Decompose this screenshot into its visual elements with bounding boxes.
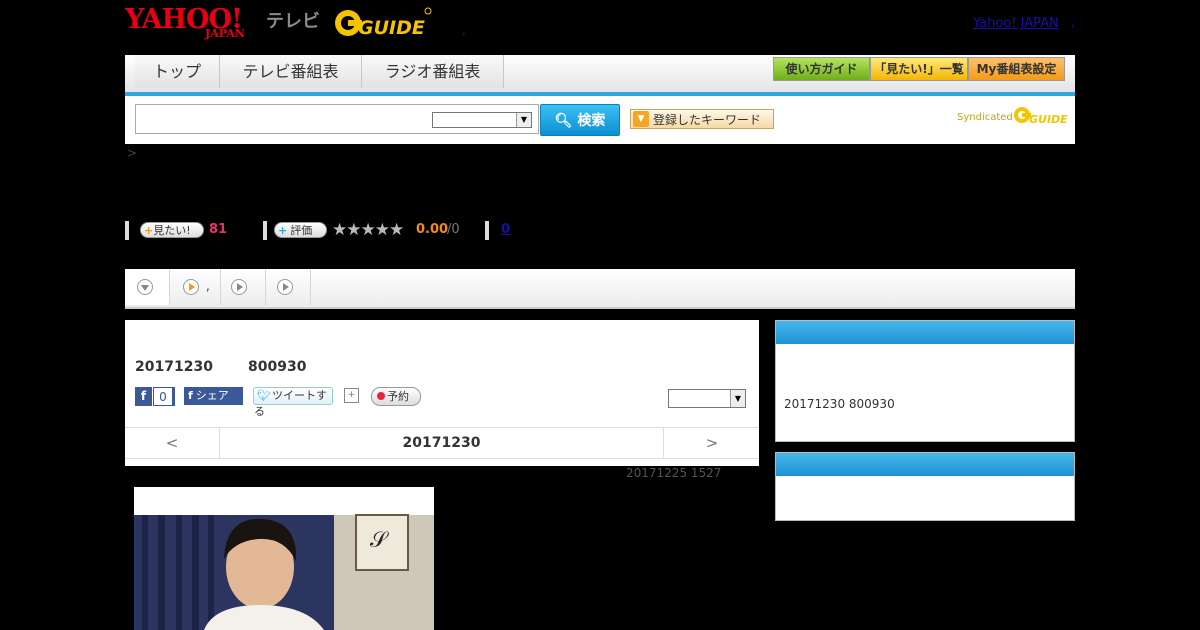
search-button-label: 検索 bbox=[577, 113, 606, 129]
tab-item-3[interactable] bbox=[221, 269, 266, 305]
program-image: 𝒮 bbox=[134, 487, 434, 630]
search-bar: ▼ 🔍︎ 検索 ▼ 登録したキーワード Syndicated GUIDE bbox=[125, 96, 1075, 144]
previous-day-button[interactable]: < bbox=[125, 428, 220, 458]
mitai-count: 81 bbox=[209, 222, 228, 237]
updated-timestamp: 20171225 1527 bbox=[626, 466, 722, 480]
facebook-share-button[interactable]: f シェア bbox=[184, 387, 243, 405]
rate-button[interactable]: + 評価 bbox=[274, 222, 327, 238]
facebook-icon: f bbox=[135, 387, 153, 406]
sidebar-box-header bbox=[776, 453, 1074, 476]
program-time: 800930 bbox=[248, 359, 307, 375]
header-separator: , bbox=[1071, 15, 1075, 29]
play-circle-icon bbox=[231, 279, 247, 295]
program-options-select[interactable]: ▼ bbox=[668, 389, 746, 408]
mitai-label: 見たい! bbox=[153, 224, 191, 237]
search-category-select[interactable]: ▼ bbox=[432, 112, 532, 128]
calendar-icon[interactable]: + bbox=[344, 388, 359, 403]
chevron-down-icon bbox=[137, 279, 153, 295]
play-circle-icon bbox=[183, 279, 199, 295]
current-date: 20171230 bbox=[402, 435, 481, 451]
usage-guide-button[interactable]: 使い方ガイド bbox=[773, 57, 870, 81]
gguide-logo[interactable]: GUIDE bbox=[334, 6, 432, 40]
rate-label: 評価 bbox=[290, 224, 313, 237]
tab-item-4[interactable] bbox=[266, 269, 311, 305]
program-photo: 𝒮 bbox=[134, 487, 434, 630]
rating-count: /0 bbox=[447, 222, 460, 237]
main-nav: トップ テレビ番組表 ラジオ番組表 使い方ガイド 「見たい!」一覧 My番組表設… bbox=[125, 55, 1075, 96]
stat-divider bbox=[125, 221, 129, 240]
tab-top[interactable]: トップ bbox=[135, 55, 220, 88]
syndicated-gguide-logo: GUIDE bbox=[1014, 107, 1067, 126]
play-circle-icon bbox=[277, 279, 293, 295]
stat-divider bbox=[263, 221, 267, 240]
triangle-down-icon: ▼ bbox=[633, 111, 649, 127]
record-icon bbox=[377, 392, 385, 400]
reserve-label: 予約 bbox=[387, 390, 409, 403]
yahoo-japan-link[interactable]: Yahoo! JAPAN bbox=[973, 16, 1059, 31]
rating-score: 0.00 bbox=[416, 222, 449, 237]
reserve-button[interactable]: 予約 bbox=[371, 387, 421, 406]
breadcrumb: > bbox=[127, 146, 138, 160]
tab-item-2[interactable]: , bbox=[170, 269, 221, 305]
program-tabs: , bbox=[125, 269, 1075, 309]
registered-keywords-label: 登録したキーワード bbox=[653, 113, 762, 127]
sidebar-broadcast-text: 20171230 800930 bbox=[784, 397, 895, 411]
header-separator: , bbox=[462, 23, 466, 37]
sidebar-box-broadcast: 20171230 800930 bbox=[775, 320, 1075, 442]
syndicated-label: Syndicated bbox=[957, 112, 1013, 123]
facebook-icon: f bbox=[188, 389, 193, 402]
my-listings-settings-button[interactable]: My番組表設定 bbox=[968, 57, 1065, 81]
stat-divider bbox=[485, 221, 489, 240]
mitai-list-button[interactable]: 「見たい!」一覧 bbox=[870, 57, 968, 81]
next-day-button[interactable]: > bbox=[663, 428, 760, 458]
tab-expand[interactable] bbox=[125, 269, 170, 305]
search-button[interactable]: 🔍︎ 検索 bbox=[540, 104, 620, 136]
rating-stars: ★★★★★ bbox=[332, 220, 404, 240]
program-detail-panel: 20171230 800930 f0 f シェア 🐦︎ツイートする + 予約 ▼ … bbox=[125, 320, 759, 466]
svg-text:GUIDE: GUIDE bbox=[1029, 113, 1067, 126]
tv-logo-text[interactable]: テレビ bbox=[266, 7, 320, 33]
registered-keywords-button[interactable]: ▼ 登録したキーワード bbox=[630, 109, 774, 129]
tab-radio-listings[interactable]: ラジオ番組表 bbox=[362, 55, 504, 88]
yahoo-japan-logo-text: JAPAN bbox=[205, 27, 245, 40]
dropdown-arrow-icon: ▼ bbox=[730, 390, 745, 407]
review-count-link[interactable]: 0 bbox=[501, 222, 510, 237]
tweet-button[interactable]: 🐦︎ツイートする bbox=[253, 387, 333, 418]
search-icon: 🔍︎ bbox=[554, 113, 573, 129]
date-navigation: < 20171230 > bbox=[125, 427, 759, 459]
svg-text:𝒮: 𝒮 bbox=[370, 528, 389, 553]
twitter-icon: 🐦︎ bbox=[257, 389, 271, 402]
plus-icon: + bbox=[144, 224, 154, 237]
mitai-button[interactable]: +見たい! bbox=[140, 222, 204, 238]
tab-item-2-text: , bbox=[206, 279, 210, 293]
facebook-like-button[interactable]: f0 bbox=[135, 387, 175, 406]
sidebar-box-related bbox=[775, 452, 1075, 521]
facebook-like-count: 0 bbox=[153, 387, 173, 406]
program-date: 20171230 bbox=[135, 359, 213, 375]
dropdown-arrow-icon: ▼ bbox=[516, 113, 531, 127]
facebook-share-label: シェア bbox=[195, 389, 229, 402]
tab-tv-listings[interactable]: テレビ番組表 bbox=[220, 55, 362, 88]
sidebar-box-header bbox=[776, 321, 1074, 344]
svg-text:GUIDE: GUIDE bbox=[358, 17, 425, 39]
plus-icon: + bbox=[278, 224, 288, 237]
